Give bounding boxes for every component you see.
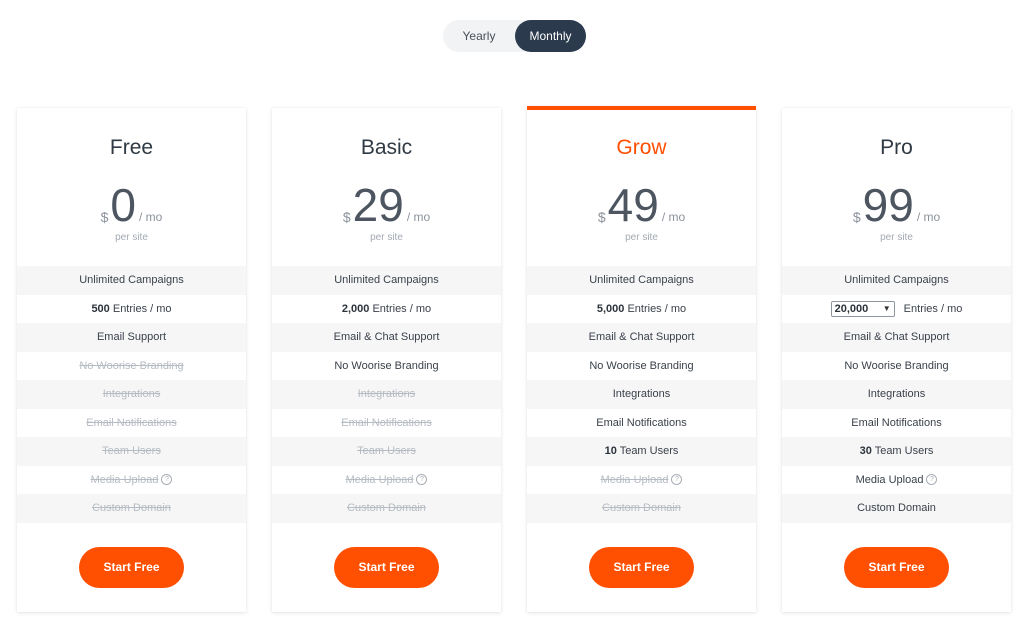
feature-support: Email & Chat Support bbox=[272, 323, 501, 352]
price-unit: per site bbox=[115, 232, 148, 243]
help-icon[interactable]: ? bbox=[926, 474, 938, 486]
feature-integrations: Integrations bbox=[272, 380, 501, 409]
plan-price: $ 29 / mo bbox=[272, 182, 501, 228]
plan-name: Grow bbox=[616, 136, 667, 159]
price-period: / mo bbox=[661, 210, 686, 224]
feature-media-upload: Media Upload? bbox=[782, 466, 1011, 495]
feature-integrations: Integrations bbox=[782, 380, 1011, 409]
feature-list: Unlimited Campaigns 20,000 ▼ Entries / mo… bbox=[782, 266, 1011, 523]
price-unit: per site bbox=[880, 232, 913, 243]
price-currency: $ bbox=[597, 209, 606, 225]
plan-header: Free $ 0 / mo per site bbox=[17, 108, 246, 266]
plan-price: $ 99 / mo bbox=[782, 182, 1011, 228]
feature-integrations: Integrations bbox=[527, 380, 756, 409]
feature-campaigns: Unlimited Campaigns bbox=[782, 266, 1011, 295]
start-free-button[interactable]: Start Free bbox=[589, 547, 694, 588]
feature-branding: No Woorise Branding bbox=[844, 359, 949, 372]
feature-entries: 5,000 Entries / mo bbox=[596, 302, 687, 315]
plan-price: $ 0 / mo bbox=[17, 182, 246, 228]
feature-custom-domain: Custom Domain bbox=[527, 494, 756, 523]
plan-card-basic: Basic $ 29 / mo per site Unlimited Campa… bbox=[272, 108, 501, 612]
price-period: / mo bbox=[406, 210, 431, 224]
price-amount: 99 bbox=[862, 179, 914, 231]
feature-list: Unlimited Campaigns 5,000 Entries / mo E… bbox=[527, 266, 756, 523]
start-free-button[interactable]: Start Free bbox=[79, 547, 184, 588]
price-period: / mo bbox=[139, 210, 163, 224]
feature-branding: No Woorise Branding bbox=[334, 359, 439, 372]
feature-email-notifications: Email Notifications bbox=[86, 416, 177, 429]
feature-branding: No Woorise Branding bbox=[589, 359, 694, 372]
feature-support: Email & Chat Support bbox=[527, 323, 756, 352]
feature-branding: No Woorise Branding bbox=[79, 359, 184, 372]
plan-header: Basic $ 29 / mo per site bbox=[272, 108, 501, 266]
price-currency: $ bbox=[852, 209, 861, 225]
feature-support: Email Support bbox=[17, 323, 246, 352]
plan-name: Basic bbox=[360, 136, 413, 159]
feature-custom-domain: Custom Domain bbox=[272, 494, 501, 523]
plan-card-grow: Grow $ 49 / mo per site Unlimited Campai… bbox=[527, 106, 756, 612]
feature-email-notifications: Email Notifications bbox=[596, 416, 687, 429]
feature-custom-domain: Custom Domain bbox=[17, 494, 246, 523]
feature-email-notifications: Email Notifications bbox=[851, 416, 942, 429]
help-icon[interactable]: ? bbox=[161, 474, 173, 486]
price-amount: 29 bbox=[352, 179, 404, 231]
price-unit: per site bbox=[625, 232, 658, 243]
feature-entries: 2,000 Entries / mo bbox=[341, 302, 432, 315]
pricing-plans: Free $ 0 / mo per site Unlimited Campaig… bbox=[17, 106, 1011, 612]
price-currency: $ bbox=[342, 209, 351, 225]
feature-media-upload: Media Upload? bbox=[527, 466, 756, 495]
start-free-button[interactable]: Start Free bbox=[334, 547, 439, 588]
start-free-button[interactable]: Start Free bbox=[844, 547, 949, 588]
plan-card-free: Free $ 0 / mo per site Unlimited Campaig… bbox=[17, 108, 246, 612]
feature-email-notifications: Email Notifications bbox=[341, 416, 432, 429]
price-period: / mo bbox=[916, 210, 941, 224]
feature-campaigns: Unlimited Campaigns bbox=[272, 266, 501, 295]
price-amount: 0 bbox=[110, 179, 137, 231]
feature-team-users: 10 Team Users bbox=[527, 437, 756, 466]
plan-price: $ 49 / mo bbox=[527, 182, 756, 228]
chevron-down-icon: ▼ bbox=[882, 303, 891, 313]
plan-name: Free bbox=[109, 136, 154, 159]
toggle-monthly[interactable]: Monthly bbox=[515, 20, 586, 52]
feature-team-users: Team Users bbox=[272, 437, 501, 466]
feature-entries: 500 Entries / mo bbox=[91, 302, 172, 315]
plan-name: Pro bbox=[880, 136, 913, 159]
feature-campaigns: Unlimited Campaigns bbox=[17, 266, 246, 295]
help-icon[interactable]: ? bbox=[671, 474, 683, 486]
plan-card-pro: Pro $ 99 / mo per site Unlimited Campaig… bbox=[782, 108, 1011, 612]
feature-list: Unlimited Campaigns 2,000 Entries / mo E… bbox=[272, 266, 501, 523]
price-currency: $ bbox=[100, 209, 109, 225]
feature-campaigns: Unlimited Campaigns bbox=[527, 266, 756, 295]
feature-custom-domain: Custom Domain bbox=[782, 494, 1011, 523]
feature-team-users: 30 Team Users bbox=[782, 437, 1011, 466]
feature-media-upload: Media Upload? bbox=[17, 466, 246, 495]
plan-header: Grow $ 49 / mo per site bbox=[527, 110, 756, 266]
price-unit: per site bbox=[370, 232, 403, 243]
feature-support: Email & Chat Support bbox=[782, 323, 1011, 352]
billing-toggle: Yearly Monthly bbox=[443, 20, 586, 52]
entries-select[interactable]: 20,000 ▼ bbox=[830, 300, 895, 317]
price-amount: 49 bbox=[607, 179, 659, 231]
help-icon[interactable]: ? bbox=[416, 474, 428, 486]
feature-team-users: Team Users bbox=[17, 437, 246, 466]
toggle-yearly[interactable]: Yearly bbox=[443, 20, 515, 52]
feature-list: Unlimited Campaigns 500 Entries / mo Ema… bbox=[17, 266, 246, 523]
plan-header: Pro $ 99 / mo per site bbox=[782, 108, 1011, 266]
feature-media-upload: Media Upload? bbox=[272, 466, 501, 495]
feature-integrations: Integrations bbox=[17, 380, 246, 409]
feature-entries: 20,000 ▼ Entries / mo bbox=[782, 295, 1011, 324]
